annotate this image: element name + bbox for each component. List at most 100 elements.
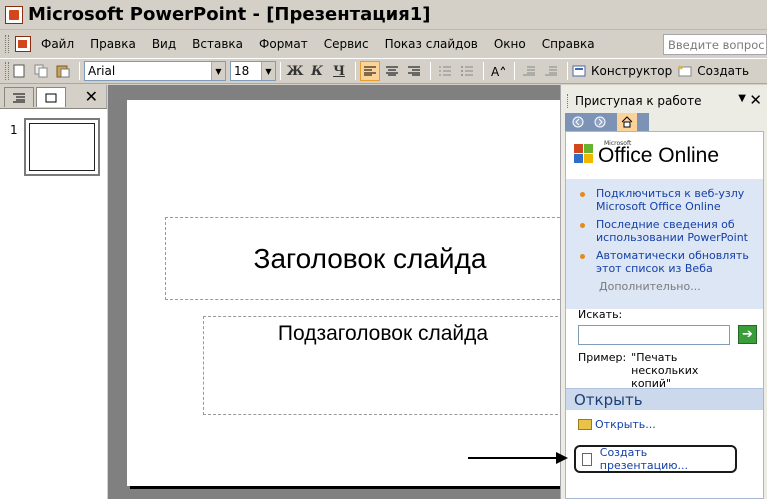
toolbar-separator (79, 62, 80, 80)
new-presentation-label: Создать презентацию... (599, 446, 689, 472)
link-row: Автоматически обновлять этот список из В… (580, 249, 757, 275)
toolbar-separator (280, 62, 281, 80)
menu-format[interactable]: Формат (259, 37, 308, 51)
bulleted-list-icon[interactable] (457, 61, 477, 81)
search-go-button[interactable]: ➔ (738, 325, 757, 344)
open-section-header: Открыть (566, 388, 763, 410)
slides-icon (45, 93, 57, 102)
more-link[interactable]: Дополнительно... (599, 280, 757, 293)
align-center-icon[interactable] (382, 61, 402, 81)
document-icon[interactable] (15, 35, 31, 52)
example-value: "Печать нескольких копий" (631, 351, 699, 390)
search-input[interactable] (578, 325, 730, 345)
menu-file[interactable]: Файл (41, 37, 74, 51)
slide-workspace: Заголовок слайда Подзаголовок слайда (108, 85, 575, 499)
example-label: Пример: (578, 351, 627, 364)
toolbar-separator (355, 62, 356, 80)
help-search-input[interactable]: Введите вопрос (663, 34, 767, 55)
menu-view[interactable]: Вид (152, 37, 176, 51)
bold-button[interactable]: Ж (285, 61, 305, 81)
create-button[interactable]: Создать (697, 64, 749, 78)
pane-tabs (4, 87, 68, 107)
align-left-icon[interactable] (360, 61, 380, 81)
font-name-select[interactable]: Arial ▼ (84, 61, 226, 81)
new-slide-icon[interactable] (678, 61, 692, 81)
italic-button[interactable]: К (307, 61, 327, 81)
toolbar-separator (514, 62, 515, 80)
open-link[interactable]: Открыть... (595, 418, 656, 431)
home-icon[interactable] (617, 113, 637, 131)
toolbar-separator (430, 62, 431, 80)
office-online-logo[interactable]: Microsoft Office Online (574, 140, 720, 167)
link-row: Последние сведения об использовании Powe… (580, 218, 757, 244)
decrease-indent-icon[interactable] (519, 61, 539, 81)
bullet-icon (580, 223, 585, 228)
online-links: Подключиться к веб-узлу Microsoft Office… (566, 179, 763, 309)
slide-canvas[interactable]: Заголовок слайда Подзаголовок слайда (127, 100, 575, 486)
folder-icon (578, 419, 592, 430)
slide-thumbnails: 1 (0, 108, 107, 499)
chevron-down-icon[interactable]: ▼ (738, 93, 746, 104)
increase-indent-icon[interactable] (541, 61, 561, 81)
tab-outline[interactable] (4, 87, 34, 107)
subtitle-placeholder[interactable]: Подзаголовок слайда (203, 316, 563, 415)
font-size-select[interactable]: 18 ▼ (230, 61, 276, 81)
font-size-value: 18 (234, 64, 250, 78)
annotation-arrow-head (556, 452, 568, 464)
window-title: Microsoft PowerPoint - [Презентация1] (28, 4, 431, 25)
task-pane: Приступая к работе ▼ ✕ Microsoft Office … (560, 85, 767, 499)
new-file-icon[interactable] (9, 61, 29, 81)
menubar-grip[interactable] (5, 34, 9, 53)
office-logo-microsoft: Microsoft (604, 140, 632, 147)
annotation-arrow-line (468, 457, 564, 459)
menu-help[interactable]: Справка (542, 37, 595, 51)
task-pane-title: Приступая к работе (575, 94, 702, 108)
numbered-list-icon[interactable] (435, 61, 455, 81)
open-link-row: Открыть... (578, 418, 656, 431)
copy-icon[interactable] (31, 61, 51, 81)
align-right-icon[interactable] (404, 61, 424, 81)
increase-font-icon[interactable]: A (488, 61, 508, 81)
slides-pane: ✕ 1 (0, 85, 107, 499)
menu-tools[interactable]: Сервис (324, 37, 369, 51)
office-logo-text: Office Online (598, 144, 720, 167)
tab-slides[interactable] (36, 87, 66, 107)
chevron-down-icon[interactable]: ▼ (261, 62, 275, 80)
forward-icon[interactable] (591, 114, 609, 130)
slide-thumbnail-frame (29, 123, 95, 171)
svg-text:A: A (491, 65, 500, 77)
menu-bar: Файл Правка Вид Вставка Формат Сервис По… (0, 31, 767, 56)
search-label: Искать: (578, 308, 623, 321)
menu-edit[interactable]: Правка (90, 37, 136, 51)
slide-thumbnail[interactable] (24, 118, 100, 176)
bullet-icon (580, 192, 585, 197)
title-placeholder[interactable]: Заголовок слайда (165, 217, 575, 300)
link-latest-news[interactable]: Последние сведения об использовании Powe… (596, 218, 757, 244)
toolbar-separator (567, 62, 568, 80)
bullet-icon (580, 254, 585, 259)
menu-window[interactable]: Окно (494, 37, 526, 51)
outline-icon (13, 93, 25, 102)
paste-icon[interactable] (53, 61, 73, 81)
search-example: Пример: "Печать нескольких копий" (578, 351, 741, 390)
close-icon[interactable]: ✕ (85, 87, 98, 106)
chevron-down-icon[interactable]: ▼ (211, 62, 225, 80)
link-auto-update[interactable]: Автоматически обновлять этот список из В… (596, 249, 757, 275)
subtitle-placeholder-text: Подзаголовок слайда (277, 322, 489, 345)
title-placeholder-text: Заголовок слайда (253, 242, 487, 274)
back-icon[interactable] (569, 114, 587, 130)
designer-icon[interactable] (572, 61, 586, 81)
new-presentation-link[interactable]: Создать презентацию... (574, 445, 737, 473)
menu-slideshow[interactable]: Показ слайдов (385, 37, 478, 51)
close-icon[interactable]: ✕ (749, 91, 762, 109)
menu-insert[interactable]: Вставка (192, 37, 243, 51)
formatting-toolbar: Arial ▼ 18 ▼ Ж К Ч A Конструктор Создать (0, 58, 767, 84)
powerpoint-app-icon[interactable] (5, 5, 23, 24)
title-bar: Microsoft PowerPoint - [Презентация1] (0, 0, 767, 30)
task-pane-nav (565, 113, 649, 131)
task-pane-grip[interactable] (567, 94, 570, 108)
underline-button[interactable]: Ч (329, 61, 349, 81)
designer-button[interactable]: Конструктор (591, 64, 672, 78)
slide-number: 1 (10, 123, 18, 137)
link-connect-office-online[interactable]: Подключиться к веб-узлу Microsoft Office… (596, 187, 757, 213)
